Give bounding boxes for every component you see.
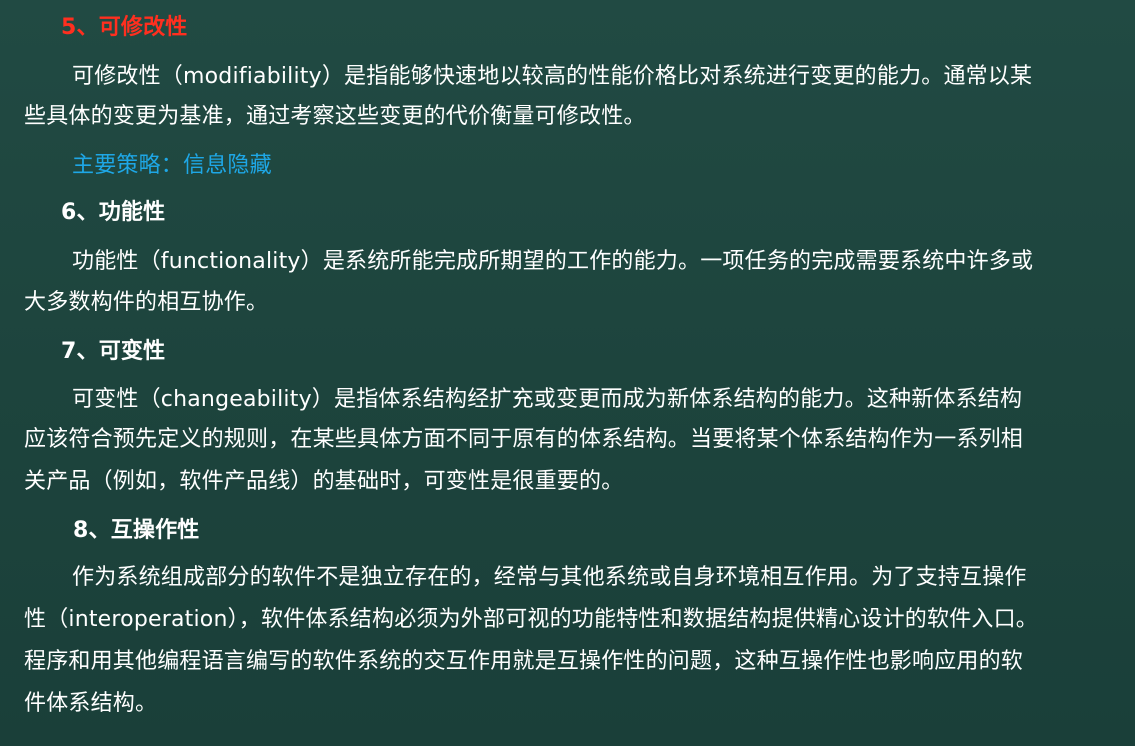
paragraph-line: 功能性（functionality）是系统所能完成所期望的工作的能力。一项任务的… <box>72 249 1034 274</box>
paragraph-line: 关产品（例如，软件产品线）的基础时，可变性是很重要的。 <box>24 469 624 494</box>
section-heading-functionality: 6、功能性 <box>61 200 166 225</box>
paragraph-line: 可修改性（modifiability）是指能够快速地以较高的性能价格比对系统进行… <box>72 64 1033 89</box>
paragraph-line: 作为系统组成部分的软件不是独立存在的，经常与其他系统或自身环境相互作用。为了支持… <box>72 565 1027 590</box>
paragraph-line: 些具体的变更为基准，通过考察这些变更的代价衡量可修改性。 <box>24 104 646 129</box>
paragraph-line: 可变性（changeability）是指体系结构经扩充或变更而成为新体系结构的能… <box>72 387 1023 412</box>
paragraph-line: 程序和用其他编程语言编写的软件系统的交互作用就是互操作性的问题，这种互操作性也影… <box>24 649 1024 674</box>
paragraph-line: 大多数构件的相互协作。 <box>24 290 269 315</box>
paragraph-line: 件体系结构。 <box>24 691 158 716</box>
section-heading-modifiability: 5、可修改性 <box>61 15 188 40</box>
section-heading-interoperability: 8、互操作性 <box>73 518 200 543</box>
slide-canvas: 5、可修改性 可修改性（modifiability）是指能够快速地以较高的性能价… <box>0 0 1135 746</box>
paragraph-line: 应该符合预先定义的规则，在某些具体方面不同于原有的体系结构。当要将某个体系结构作… <box>24 427 1024 452</box>
section-heading-changeability: 7、可变性 <box>61 339 166 364</box>
paragraph-line: 性（interoperation），软件体系结构必须为外部可视的功能特性和数据结… <box>24 607 1039 632</box>
strategy-line: 主要策略：信息隐藏 <box>72 153 272 178</box>
